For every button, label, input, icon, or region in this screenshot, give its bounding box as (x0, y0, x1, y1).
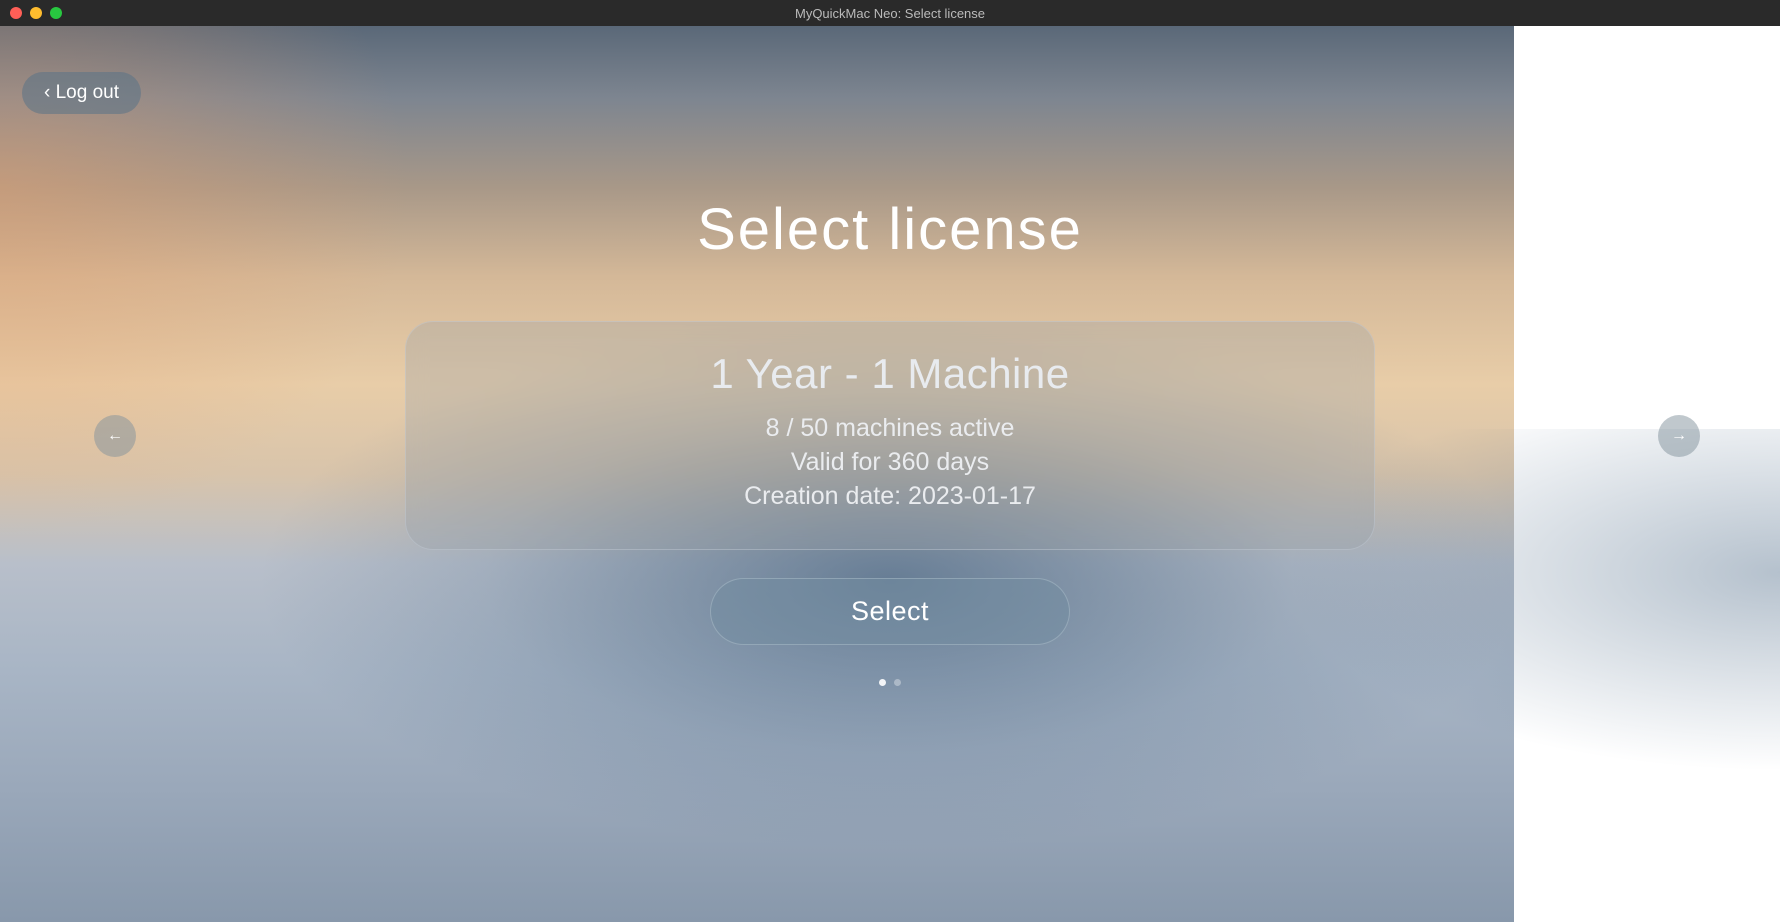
minimize-window-button[interactable] (30, 7, 42, 19)
close-window-button[interactable] (10, 7, 22, 19)
license-carousel: ← 1 Year - 1 Machine 8 / 50 machines act… (0, 321, 1780, 550)
main-area: Select license ← 1 Year - 1 Machine 8 / … (0, 26, 1780, 922)
window-title: MyQuickMac Neo: Select license (795, 6, 985, 21)
page-dot-2[interactable] (894, 679, 901, 686)
license-card: 1 Year - 1 Machine 8 / 50 machines activ… (405, 321, 1375, 550)
traffic-lights (10, 7, 62, 19)
license-creation-date: Creation date: 2023-01-17 (744, 480, 1036, 514)
license-validity: Valid for 360 days (791, 446, 989, 480)
content-area: ‹ Log out Select license ← 1 Year - 1 Ma… (0, 26, 1780, 922)
maximize-window-button[interactable] (50, 7, 62, 19)
titlebar: MyQuickMac Neo: Select license (0, 0, 1780, 26)
select-button[interactable]: Select (710, 578, 1070, 645)
app-window: MyQuickMac Neo: Select license ‹ Log out… (0, 0, 1780, 922)
next-license-button[interactable]: → (1658, 415, 1700, 457)
license-machines-active: 8 / 50 machines active (766, 412, 1015, 446)
license-title: 1 Year - 1 Machine (710, 350, 1069, 398)
page-title: Select license (697, 196, 1083, 263)
page-dot-1[interactable] (879, 679, 886, 686)
arrow-left-icon: ← (107, 427, 123, 445)
pagination-dots (879, 679, 901, 686)
arrow-right-icon: → (1671, 427, 1687, 445)
logout-button[interactable]: ‹ Log out (22, 72, 141, 114)
previous-license-button[interactable]: ← (94, 415, 136, 457)
